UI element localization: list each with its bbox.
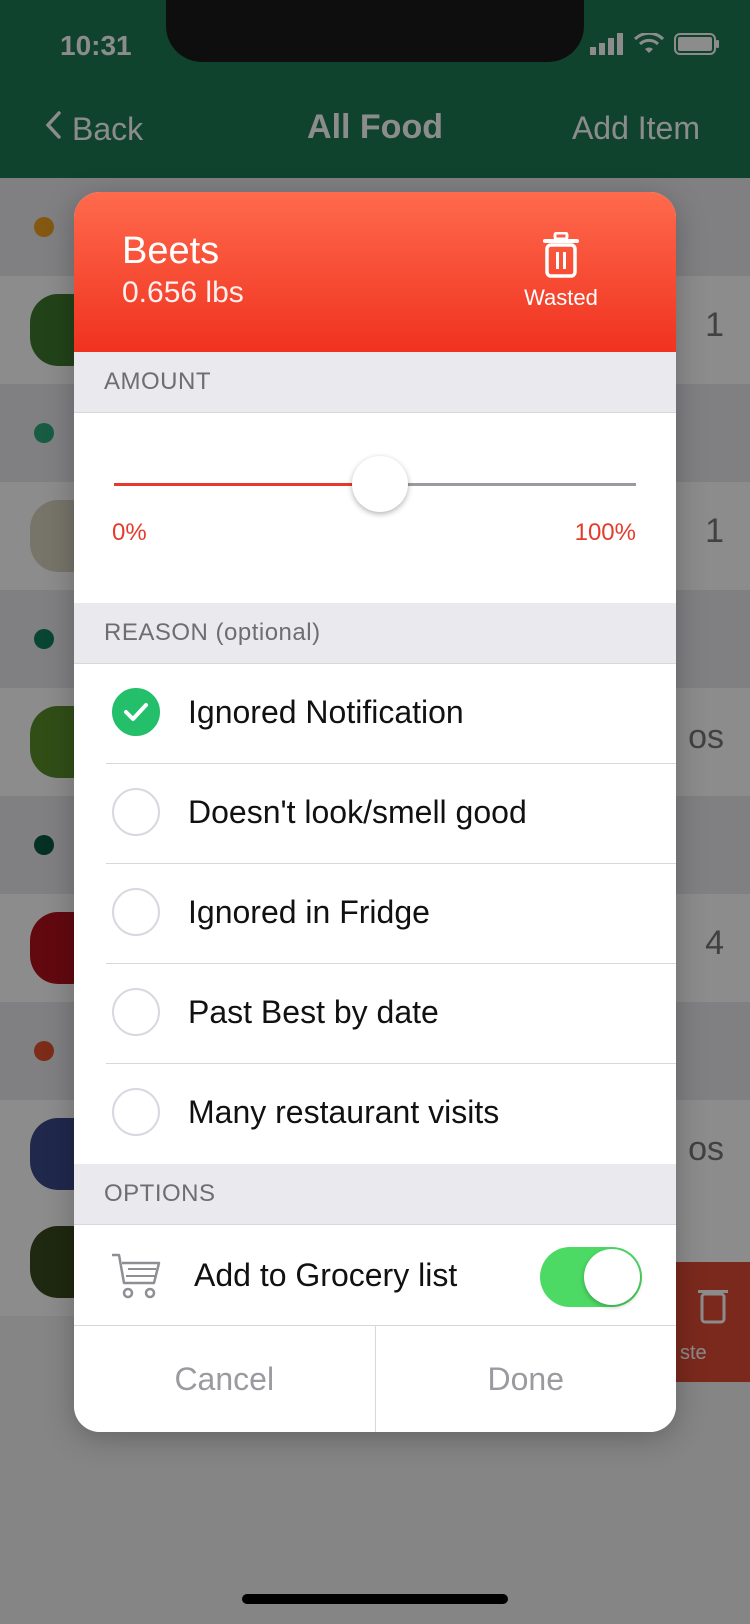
slider-min-label: 0% [112, 519, 147, 546]
slider-max-label: 100% [574, 519, 636, 546]
item-name: Beets [122, 230, 220, 272]
slider-thumb[interactable] [352, 456, 409, 512]
amount-header: AMOUNT [74, 352, 676, 413]
reason-label: Past Best by date [188, 994, 439, 1030]
reason-label: Ignored in Fridge [188, 894, 430, 930]
checkmark-icon [124, 703, 148, 721]
reason-list: Ignored Notification Doesn't look/smell … [74, 664, 676, 1164]
reason-restaurant-visits[interactable]: Many restaurant visits [74, 1064, 676, 1164]
radio-button[interactable] [112, 988, 160, 1036]
grocery-option-row: Add to Grocery list [74, 1225, 676, 1326]
item-weight: 0.656 lbs [122, 276, 244, 309]
grocery-toggle[interactable] [540, 1247, 642, 1307]
done-button[interactable]: Done [376, 1326, 677, 1432]
amount-slider[interactable] [114, 456, 636, 512]
wasted-label: Wasted [524, 285, 598, 310]
reason-label: Ignored Notification [188, 694, 464, 730]
radio-button[interactable] [112, 1088, 160, 1136]
reason-label: Many restaurant visits [188, 1094, 500, 1130]
reason-header: REASON (optional) [74, 603, 676, 664]
slider-fill [114, 483, 381, 486]
cancel-button[interactable]: Cancel [74, 1326, 376, 1432]
trash-icon [541, 231, 581, 282]
screen: 10:31 Back All Food Add Item 1 1 os 4 os… [0, 0, 750, 1624]
amount-section: 0% 100% [74, 413, 676, 603]
home-indicator [242, 1594, 508, 1604]
toggle-knob [584, 1249, 640, 1305]
reason-bad-look-smell[interactable]: Doesn't look/smell good [74, 764, 676, 864]
reason-past-best-by[interactable]: Past Best by date [74, 964, 676, 1064]
wasted-button[interactable]: Wasted [516, 231, 606, 311]
radio-button[interactable] [112, 688, 160, 736]
dialog-header: Beets 0.656 lbs Wasted [74, 192, 676, 352]
dialog-buttons: Cancel Done [74, 1326, 676, 1432]
grocery-option-label: Add to Grocery list [194, 1257, 458, 1293]
reason-ignored-notification[interactable]: Ignored Notification [74, 664, 676, 764]
radio-button[interactable] [112, 888, 160, 936]
reason-label: Doesn't look/smell good [188, 794, 527, 830]
reason-ignored-fridge[interactable]: Ignored in Fridge [74, 864, 676, 964]
radio-button[interactable] [112, 788, 160, 836]
shopping-cart-icon [110, 1251, 162, 1306]
waste-dialog: Beets 0.656 lbs Wasted AMOUNT 0% 100% RE… [74, 192, 676, 1432]
options-header: OPTIONS [74, 1164, 676, 1225]
